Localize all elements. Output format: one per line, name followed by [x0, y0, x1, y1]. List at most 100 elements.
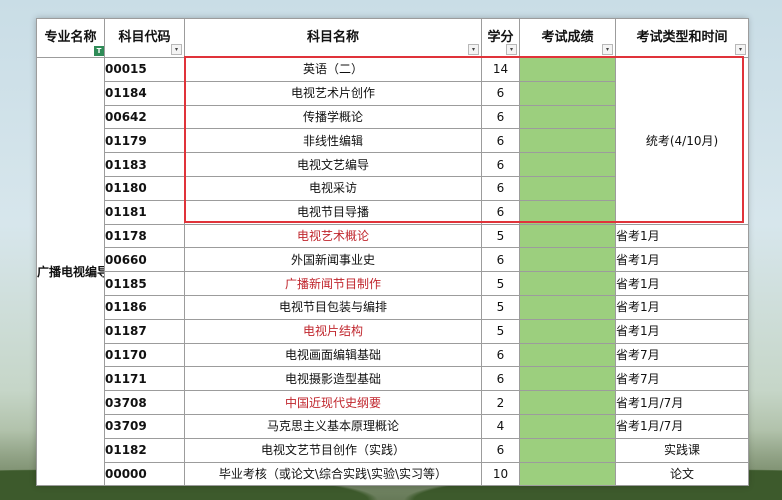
score-cell[interactable] — [519, 318, 616, 344]
credit-cell[interactable]: 5 — [481, 318, 520, 344]
exam-type-cell[interactable]: 省考1月/7月 — [615, 390, 749, 415]
credit-cell[interactable]: 5 — [481, 223, 520, 249]
credit-cell[interactable]: 5 — [481, 271, 520, 296]
header-credit[interactable]: 学分 ▾ — [481, 18, 520, 58]
filter-dropdown-icon[interactable]: ▾ — [735, 44, 746, 55]
subject-name-cell[interactable]: 中国近现代史纲要 — [184, 390, 482, 415]
code-cell[interactable]: 01187 — [104, 318, 185, 344]
header-code[interactable]: 科目代码 ▾ — [104, 18, 185, 58]
credit-cell[interactable]: 5 — [481, 294, 520, 320]
major-cell[interactable]: 广播电视编导本科 — [36, 56, 105, 487]
code-cell[interactable]: 01180 — [104, 175, 185, 201]
subject-name-cell[interactable]: 电视节目导播 — [184, 199, 482, 225]
exam-type-cell[interactable]: 实践课 — [615, 437, 749, 463]
exam-type-cell[interactable]: 省考1月 — [615, 294, 749, 320]
code-cell[interactable]: 00000 — [104, 461, 185, 487]
subject-name-cell[interactable]: 电视画面编辑基础 — [184, 342, 482, 368]
code-cell[interactable]: 01184 — [104, 80, 185, 106]
subject-name-cell[interactable]: 电视采访 — [184, 175, 482, 201]
subject-name-cell[interactable]: 马克思主义基本原理概论 — [184, 413, 482, 439]
subject-name-cell[interactable]: 非线性编辑 — [184, 128, 482, 154]
code-cell[interactable]: 03708 — [104, 390, 185, 415]
credit-cell[interactable]: 6 — [481, 366, 520, 392]
subject-name-cell[interactable]: 广播新闻节目制作 — [184, 271, 482, 296]
exam-type-cell[interactable]: 省考7月 — [615, 342, 749, 368]
score-cell[interactable] — [519, 175, 616, 201]
score-cell[interactable] — [519, 366, 616, 392]
filter-dropdown-icon[interactable]: ▾ — [171, 44, 182, 55]
table-row: 广播电视编导本科00015英语（二）14 统考(4/10月) — [36, 56, 749, 487]
exam-type-cell[interactable]: 省考1月 — [615, 223, 749, 249]
code-cell[interactable]: 01182 — [104, 437, 185, 463]
code-cell[interactable]: 00660 — [104, 247, 185, 273]
code-cell[interactable]: 01185 — [104, 271, 185, 296]
credit-cell[interactable]: 2 — [481, 390, 520, 415]
header-score-label: 考试成绩 — [541, 30, 594, 45]
score-cell[interactable] — [519, 413, 616, 439]
text-format-icon: T — [94, 46, 104, 56]
code-cell[interactable]: 01178 — [104, 223, 185, 249]
code-cell[interactable]: 01181 — [104, 199, 185, 225]
score-cell[interactable] — [519, 104, 616, 130]
code-cell[interactable]: 01179 — [104, 128, 185, 154]
score-cell[interactable] — [519, 437, 616, 463]
score-cell[interactable] — [519, 294, 616, 320]
score-cell[interactable] — [519, 461, 616, 487]
subject-name-cell[interactable]: 电视艺术概论 — [184, 223, 482, 249]
header-major[interactable]: 专业名称 T — [36, 18, 105, 58]
header-score[interactable]: 考试成绩 ▾ — [519, 18, 616, 58]
score-cell[interactable] — [519, 271, 616, 296]
score-cell[interactable] — [519, 80, 616, 106]
exam-type-cell[interactable]: 论文 — [615, 461, 749, 487]
code-cell[interactable]: 00015 — [104, 57, 185, 82]
subject-name-cell[interactable]: 电视摄影造型基础 — [184, 366, 482, 392]
subject-name-cell[interactable]: 电视艺术片创作 — [184, 80, 482, 106]
credit-cell[interactable]: 10 — [481, 461, 520, 487]
filter-dropdown-icon[interactable]: ▾ — [506, 44, 517, 55]
code-cell[interactable]: 01171 — [104, 366, 185, 392]
credit-cell[interactable]: 6 — [481, 342, 520, 368]
credit-cell[interactable]: 14 — [481, 57, 520, 82]
code-cell[interactable]: 00642 — [104, 104, 185, 130]
header-type[interactable]: 考试类型和时间 ▾ — [615, 18, 749, 58]
subject-name-cell[interactable]: 传播学概论 — [184, 104, 482, 130]
credit-cell[interactable]: 6 — [481, 199, 520, 225]
credit-cell[interactable]: 6 — [481, 152, 520, 177]
code-cell[interactable]: 01183 — [104, 152, 185, 177]
subject-name-cell[interactable]: 电视文艺节目创作（实践） — [184, 437, 482, 463]
subject-name-cell[interactable]: 电视节目包装与编排 — [184, 294, 482, 320]
exam-type-cell[interactable]: 省考1月/7月 — [615, 413, 749, 439]
credit-cell[interactable]: 6 — [481, 104, 520, 130]
credit-cell[interactable]: 4 — [481, 413, 520, 439]
score-cell[interactable] — [519, 152, 616, 177]
code-cell[interactable]: 01186 — [104, 294, 185, 320]
exam-type-cell[interactable]: 统考(4/10月) — [615, 57, 749, 225]
credit-cell[interactable]: 6 — [481, 175, 520, 201]
subject-name-cell[interactable]: 电视片结构 — [184, 318, 482, 344]
code-cell[interactable]: 03709 — [104, 413, 185, 439]
filter-dropdown-icon[interactable]: ▾ — [602, 44, 613, 55]
exam-type-cell[interactable]: 省考1月 — [615, 318, 749, 344]
credit-cell[interactable]: 6 — [481, 437, 520, 463]
score-cell[interactable] — [519, 128, 616, 154]
exam-type-cell[interactable]: 省考7月 — [615, 366, 749, 392]
score-cell[interactable] — [519, 223, 616, 249]
header-name[interactable]: 科目名称 ▾ — [184, 18, 482, 58]
score-cell[interactable] — [519, 342, 616, 368]
credit-cell[interactable]: 6 — [481, 80, 520, 106]
credit-cell[interactable]: 6 — [481, 128, 520, 154]
subject-name-cell[interactable]: 英语（二） — [184, 57, 482, 82]
exam-type-cell[interactable]: 省考1月 — [615, 271, 749, 296]
score-cell[interactable] — [519, 247, 616, 273]
subject-name-cell[interactable]: 电视文艺编导 — [184, 152, 482, 177]
subject-name-cell[interactable]: 外国新闻事业史 — [184, 247, 482, 273]
filter-dropdown-icon[interactable]: ▾ — [468, 44, 479, 55]
exam-type-cell[interactable]: 省考1月 — [615, 247, 749, 273]
subject-name-cell[interactable]: 毕业考核（或论文\综合实践\实验\实习等） — [184, 461, 482, 487]
header-credit-label: 学分 — [487, 30, 514, 45]
score-cell[interactable] — [519, 57, 616, 82]
score-cell[interactable] — [519, 199, 616, 225]
code-cell[interactable]: 01170 — [104, 342, 185, 368]
score-cell[interactable] — [519, 390, 616, 415]
credit-cell[interactable]: 6 — [481, 247, 520, 273]
